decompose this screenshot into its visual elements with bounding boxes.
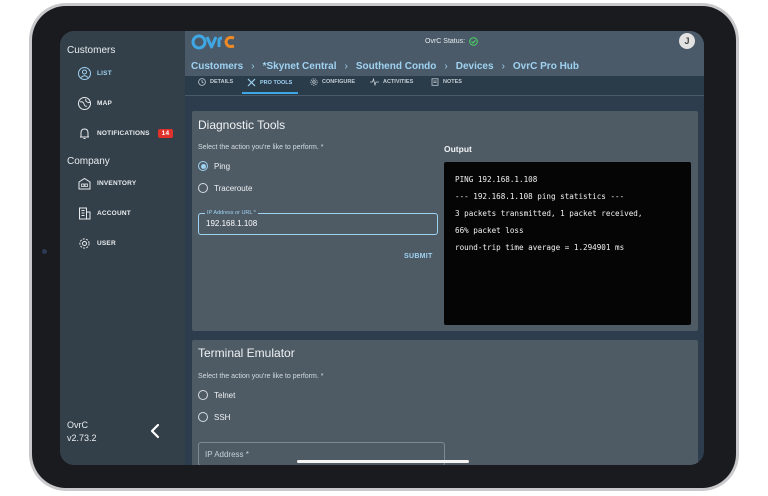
sidebar-item-label: NOTIFICATIONS bbox=[97, 130, 150, 137]
tab-details[interactable]: DETAILS bbox=[198, 78, 233, 86]
sidebar-item-label: ACCOUNT bbox=[97, 210, 131, 217]
ip-address-field: IP Address or URL * bbox=[198, 210, 438, 235]
chevron-left-icon bbox=[150, 423, 160, 439]
active-tab-indicator bbox=[242, 92, 298, 94]
terminal-ip-input[interactable] bbox=[205, 450, 425, 459]
tab-label: PRO TOOLS bbox=[260, 79, 293, 86]
tab-label: CONFIGURE bbox=[322, 79, 355, 85]
sidebar-item-notifications[interactable]: NOTIFICATIONS 14 bbox=[78, 127, 174, 140]
submit-button[interactable]: SUBMIT bbox=[404, 253, 433, 260]
radio-unselected-icon bbox=[198, 183, 208, 193]
terminal-emulator-card: Terminal Emulator Select the action you'… bbox=[192, 340, 698, 465]
output-line: --- 192.168.1.108 ping statistics --- bbox=[455, 192, 625, 201]
tabs-divider bbox=[185, 95, 704, 96]
sidebar-item-map[interactable]: MAP bbox=[78, 97, 112, 110]
diagnostic-tools-card: Diagnostic Tools Select the action you'r… bbox=[192, 111, 698, 331]
gear-icon bbox=[78, 237, 91, 250]
warehouse-icon bbox=[78, 177, 91, 190]
tab-pro-tools[interactable]: PRO TOOLS bbox=[247, 78, 292, 87]
chevron-right-icon: › bbox=[344, 61, 348, 72]
radio-label: SSH bbox=[214, 412, 231, 422]
output-line: PING 192.168.1.108 bbox=[455, 175, 538, 184]
device-tabs: DETAILS PRO TOOLS CONFIGURE ACTIVITIES N… bbox=[185, 76, 704, 96]
tab-label: DETAILS bbox=[210, 79, 234, 85]
camera-dot bbox=[42, 249, 47, 254]
radio-ssh[interactable]: SSH bbox=[198, 412, 230, 422]
radio-label: Telnet bbox=[214, 390, 236, 400]
diagnostic-instructions: Select the action you're like to perform… bbox=[198, 144, 324, 151]
ovrc-logo bbox=[191, 33, 237, 51]
ip-address-label: IP Address or URL * bbox=[205, 210, 258, 216]
top-bar: OvrC Status: J Customers › *Skynet Centr… bbox=[185, 31, 704, 76]
output-line: round-trip time average = 1.294901 ms bbox=[455, 243, 625, 252]
app-name: OvrC bbox=[67, 420, 88, 430]
radio-label: Ping bbox=[214, 161, 231, 171]
bell-icon bbox=[78, 127, 91, 140]
radio-telnet[interactable]: Telnet bbox=[198, 390, 235, 400]
building-icon bbox=[78, 207, 91, 220]
terminal-instructions: Select the action you're like to perform… bbox=[198, 373, 324, 380]
breadcrumb-location[interactable]: Southend Condo bbox=[356, 61, 437, 72]
chevron-right-icon: › bbox=[501, 61, 505, 72]
avatar[interactable]: J bbox=[679, 33, 695, 49]
pulse-icon bbox=[370, 78, 379, 86]
status-label: OvrC Status: bbox=[425, 38, 466, 45]
chevron-right-icon: › bbox=[444, 61, 448, 72]
tab-activities[interactable]: ACTIVITIES bbox=[370, 78, 413, 86]
output-line: 3 packets transmitted, 1 packet received… bbox=[455, 209, 643, 218]
sidebar-item-label: USER bbox=[97, 240, 116, 247]
app-version: v2.73.2 bbox=[67, 433, 97, 443]
tools-icon bbox=[247, 78, 256, 87]
notes-icon bbox=[431, 78, 439, 86]
app-screen: Customers LIST MAP NOTIFICATIONS 14 Comp… bbox=[60, 31, 704, 465]
person-icon bbox=[78, 67, 91, 80]
breadcrumb: Customers › *Skynet Central › Southend C… bbox=[191, 61, 579, 72]
radio-unselected-icon bbox=[198, 412, 208, 422]
sidebar-section-customers: Customers bbox=[67, 45, 116, 56]
sidebar-item-label: LIST bbox=[97, 70, 112, 77]
breadcrumb-customers[interactable]: Customers bbox=[191, 61, 243, 72]
breadcrumb-devices[interactable]: Devices bbox=[456, 61, 494, 72]
sidebar-item-label: INVENTORY bbox=[97, 180, 137, 187]
sidebar-item-account[interactable]: ACCOUNT bbox=[78, 207, 131, 220]
ping-output: PING 192.168.1.108 --- 192.168.1.108 pin… bbox=[444, 162, 691, 325]
sidebar-item-user[interactable]: USER bbox=[78, 237, 116, 250]
sidebar-item-inventory[interactable]: INVENTORY bbox=[78, 177, 136, 190]
sidebar-section-company: Company bbox=[67, 156, 110, 167]
gear-icon bbox=[310, 78, 318, 86]
ovrc-status: OvrC Status: bbox=[425, 37, 478, 46]
home-indicator bbox=[297, 460, 469, 463]
breadcrumb-device[interactable]: OvrC Pro Hub bbox=[513, 61, 579, 72]
tab-configure[interactable]: CONFIGURE bbox=[310, 78, 355, 86]
sidebar: Customers LIST MAP NOTIFICATIONS 14 Comp… bbox=[60, 31, 185, 465]
notifications-badge: 14 bbox=[157, 129, 174, 138]
collapse-sidebar-button[interactable] bbox=[148, 423, 162, 439]
sidebar-item-list[interactable]: LIST bbox=[78, 67, 112, 80]
tab-label: NOTES bbox=[443, 79, 462, 85]
radio-label: Traceroute bbox=[214, 183, 253, 193]
radio-selected-icon bbox=[198, 161, 208, 171]
chevron-right-icon: › bbox=[251, 61, 255, 72]
tab-notes[interactable]: NOTES bbox=[431, 78, 462, 86]
radio-ping[interactable]: Ping bbox=[198, 161, 230, 171]
output-line: 66% packet loss bbox=[455, 226, 524, 235]
ip-address-input[interactable] bbox=[206, 219, 426, 228]
diagnostic-title: Diagnostic Tools bbox=[198, 118, 286, 132]
tab-label: ACTIVITIES bbox=[383, 79, 414, 85]
output-label: Output bbox=[444, 144, 472, 154]
radio-traceroute[interactable]: Traceroute bbox=[198, 183, 252, 193]
globe-icon bbox=[78, 97, 91, 110]
terminal-title: Terminal Emulator bbox=[198, 346, 295, 360]
breadcrumb-customer[interactable]: *Skynet Central bbox=[263, 61, 337, 72]
check-circle-icon bbox=[469, 37, 478, 46]
clock-icon bbox=[198, 78, 206, 86]
sidebar-item-label: MAP bbox=[97, 100, 113, 107]
radio-unselected-icon bbox=[198, 390, 208, 400]
